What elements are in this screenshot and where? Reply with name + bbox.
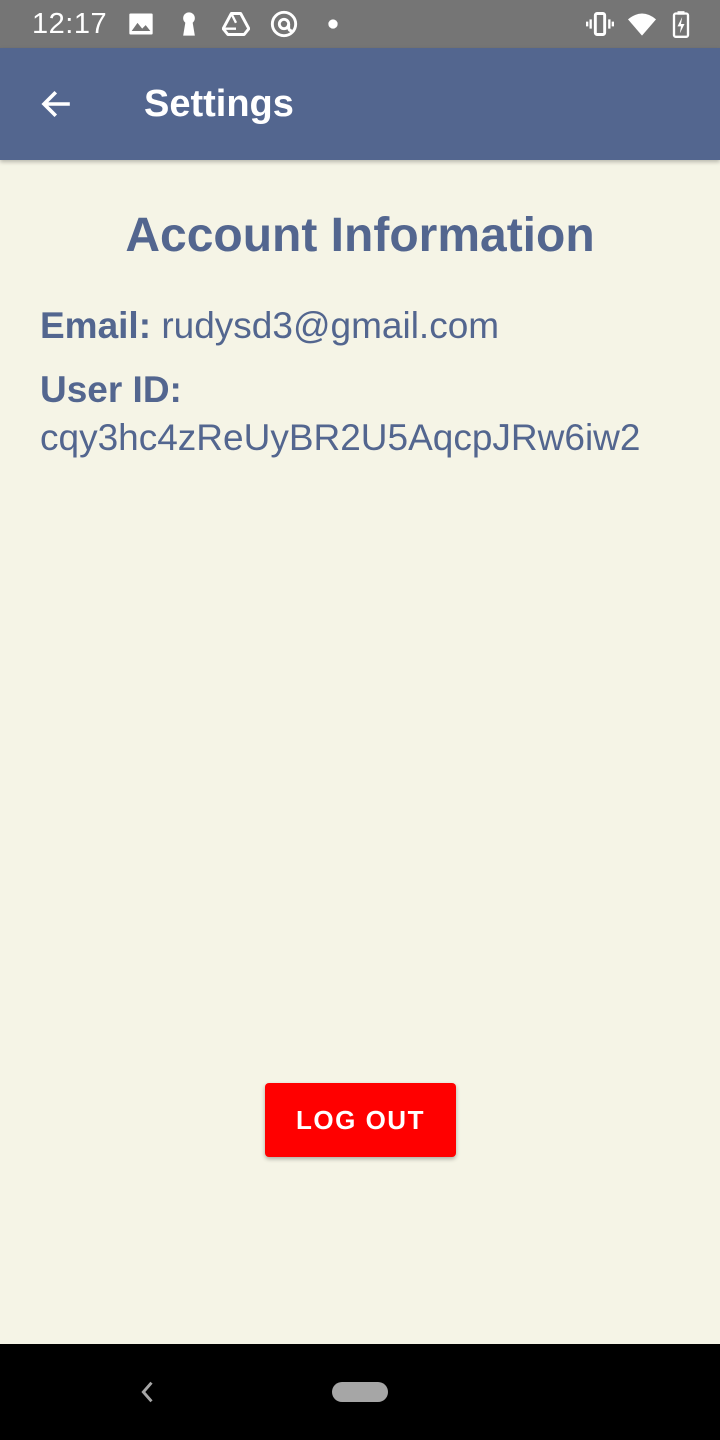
back-button[interactable]: [24, 72, 88, 136]
system-nav-bar: [0, 1344, 720, 1440]
arrow-left-icon: [38, 86, 74, 122]
wifi-icon: [628, 10, 656, 38]
user-id-row: User ID: cqy3hc4zReUyBR2U5AqcpJRw6iw2: [40, 366, 700, 462]
status-bar: 12:17: [0, 0, 720, 48]
home-pill-icon[interactable]: [332, 1382, 388, 1402]
page-title: Settings: [144, 83, 294, 125]
image-icon: [127, 10, 155, 38]
app-bar: Settings: [0, 48, 720, 160]
status-time: 12:17: [32, 8, 108, 40]
email-row: Email: rudysd3@gmail.com: [40, 302, 700, 350]
logout-button[interactable]: LOG OUT: [265, 1083, 456, 1157]
battery-charging-icon: [667, 10, 695, 38]
dot-icon: [319, 10, 347, 38]
chevron-left-icon[interactable]: [134, 1378, 162, 1406]
user-id-value: cqy3hc4zReUyBR2U5AqcpJRw6iw2: [40, 417, 641, 458]
email-value: rudysd3@gmail.com: [161, 305, 500, 346]
drive-icon: [222, 10, 250, 38]
keyhole-icon: [175, 10, 203, 38]
email-label: Email:: [40, 305, 152, 346]
user-id-label: User ID:: [40, 369, 182, 410]
vibrate-icon: [586, 10, 614, 38]
at-sign-icon: [270, 10, 298, 38]
section-heading: Account Information: [125, 209, 595, 262]
